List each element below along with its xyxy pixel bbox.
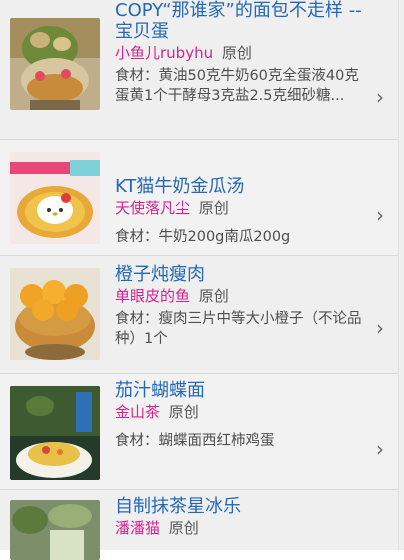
recipe-ingredients: 食材：蝴蝶面西红柿鸡蛋 [115, 433, 275, 449]
recipe-thumbnail [10, 500, 100, 560]
recipe-list-item[interactable]: COPY“那谁家”的面包不走样 -- 宝贝蛋 小鱼儿rubyhu 原创 食材：黄… [0, 0, 398, 140]
recipe-meta: 金山茶 原创 [115, 402, 366, 423]
author-name[interactable]: 潘潘猫 [115, 519, 160, 537]
original-badge: 原创 [198, 287, 229, 305]
original-badge: 原创 [168, 519, 199, 537]
recipe-thumbnail [10, 268, 100, 360]
recipe-ingredients: 食材：牛奶200g南瓜200g [115, 229, 291, 245]
chevron-right-icon: › [376, 437, 384, 461]
author-name[interactable]: 天使落凡尘 [115, 199, 190, 217]
recipe-title[interactable]: 自制抹茶星冰乐 [115, 496, 366, 517]
recipe-title[interactable]: 茄汁蝴蝶面 [115, 380, 366, 401]
recipe-title[interactable]: KT猫牛奶金瓜汤 [115, 176, 366, 197]
recipe-title[interactable]: 橙子炖瘦肉 [115, 264, 366, 285]
original-badge: 原创 [221, 44, 252, 62]
recipe-list-item[interactable]: 自制抹茶星冰乐 潘潘猫 原创 [0, 490, 398, 560]
recipe-ingredients: 食材：黄油50克牛奶60克全蛋液40克蛋黄1个干酵母3克盐2.5克细砂糖... [115, 68, 359, 104]
author-name[interactable]: 单眼皮的鱼 [115, 287, 190, 305]
chevron-right-icon: › [376, 85, 384, 109]
scroll-edge [398, 0, 404, 550]
recipe-meta: 小鱼儿rubyhu 原创 [115, 43, 366, 64]
recipe-thumbnail [10, 152, 100, 244]
recipe-list: COPY“那谁家”的面包不走样 -- 宝贝蛋 小鱼儿rubyhu 原创 食材：黄… [0, 0, 398, 560]
author-name[interactable]: 金山茶 [115, 403, 160, 421]
recipe-list-item[interactable]: KT猫牛奶金瓜汤 天使落凡尘 原创 食材：牛奶200g南瓜200g › [0, 140, 398, 256]
recipe-meta: 潘潘猫 原创 [115, 518, 366, 539]
recipe-thumbnail [10, 18, 100, 110]
recipe-thumbnail [10, 386, 100, 480]
recipe-list-item[interactable]: 橙子炖瘦肉 单眼皮的鱼 原创 食材：瘦肉三片中等大小橙子（不论品种）1个 › [0, 256, 398, 374]
chevron-right-icon: › [376, 316, 384, 340]
original-badge: 原创 [168, 403, 199, 421]
original-badge: 原创 [198, 199, 229, 217]
recipe-meta: 单眼皮的鱼 原创 [115, 286, 366, 307]
recipe-ingredients: 食材：瘦肉三片中等大小橙子（不论品种）1个 [115, 311, 362, 347]
chevron-right-icon: › [376, 203, 384, 227]
recipe-meta: 天使落凡尘 原创 [115, 198, 366, 219]
author-name[interactable]: 小鱼儿rubyhu [115, 44, 213, 62]
recipe-list-item[interactable]: 茄汁蝴蝶面 金山茶 原创 食材：蝴蝶面西红柿鸡蛋 › [0, 374, 398, 490]
recipe-title[interactable]: COPY“那谁家”的面包不走样 -- 宝贝蛋 [115, 0, 366, 42]
